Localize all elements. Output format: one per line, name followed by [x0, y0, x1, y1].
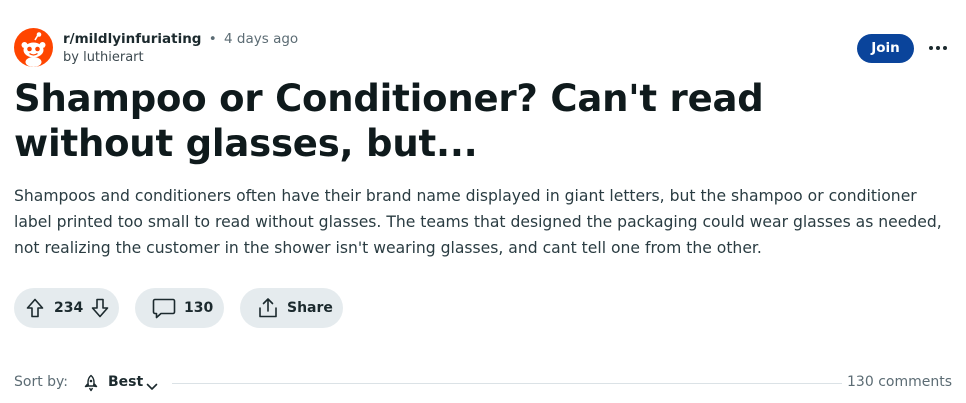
- sort-dropdown[interactable]: Best: [108, 374, 143, 390]
- comment-sort-bar: Sort by: Best 130 comments: [14, 373, 954, 393]
- post-author[interactable]: by luthierart: [63, 49, 298, 67]
- comment-count-label: 130: [184, 300, 214, 316]
- rocket-icon[interactable]: [83, 374, 99, 396]
- sort-divider: [172, 383, 842, 384]
- comment-bubble-icon: [152, 297, 176, 319]
- share-label: Share: [287, 300, 333, 316]
- post-time: 4 days ago: [224, 31, 299, 47]
- sort-label: Sort by:: [14, 374, 69, 390]
- more-options-icon[interactable]: [925, 36, 951, 60]
- comments-button[interactable]: 130: [135, 288, 224, 328]
- downvote-arrow-icon[interactable]: [91, 298, 109, 318]
- post-meta: r/mildlyinfuriating • 4 days ago by luth…: [63, 30, 298, 67]
- chevron-down-icon[interactable]: [146, 377, 158, 396]
- subreddit-avatar-icon[interactable]: [14, 28, 53, 67]
- post-meta-top: r/mildlyinfuriating • 4 days ago: [63, 30, 298, 48]
- upvote-arrow-icon[interactable]: [26, 298, 44, 318]
- meta-separator: •: [208, 31, 217, 47]
- join-button[interactable]: Join: [857, 34, 914, 63]
- upvote-count: 234: [54, 300, 84, 316]
- post-header: r/mildlyinfuriating • 4 days ago by luth…: [14, 28, 954, 68]
- total-comments: 130 comments: [847, 374, 952, 390]
- subreddit-link[interactable]: r/mildlyinfuriating: [63, 31, 201, 47]
- post-body: Shampoos and conditioners often have the…: [14, 187, 942, 257]
- share-icon: [257, 297, 279, 319]
- post-title: Shampoo or Conditioner? Can't read witho…: [14, 77, 764, 165]
- vote-control: 234: [14, 288, 119, 328]
- share-button[interactable]: Share: [240, 288, 343, 328]
